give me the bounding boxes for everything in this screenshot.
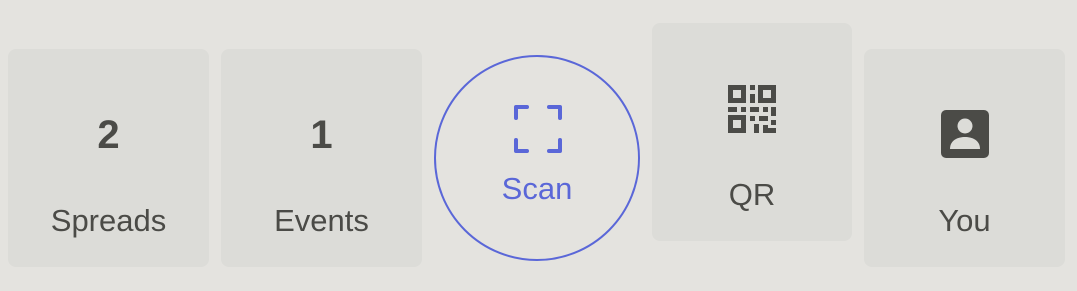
you-label: You [938,203,991,238]
events-label: Events [274,203,369,238]
nav-tile-events[interactable]: 1 Events [221,49,422,267]
scan-button[interactable]: Scan [434,55,640,261]
qr-label: QR [728,177,776,212]
nav-tile-qr[interactable]: QR [652,23,852,241]
account-box-icon [941,110,989,158]
nav-tile-spreads[interactable]: 2 Spreads [8,49,209,267]
nav-tile-you[interactable]: You [864,49,1065,267]
scan-label: Scan [501,171,573,206]
qr-code-icon [728,85,776,133]
events-count: 1 [310,113,333,157]
scan-frame-icon [514,105,562,153]
spreads-label: Spreads [50,203,167,238]
spreads-count: 2 [97,113,120,157]
